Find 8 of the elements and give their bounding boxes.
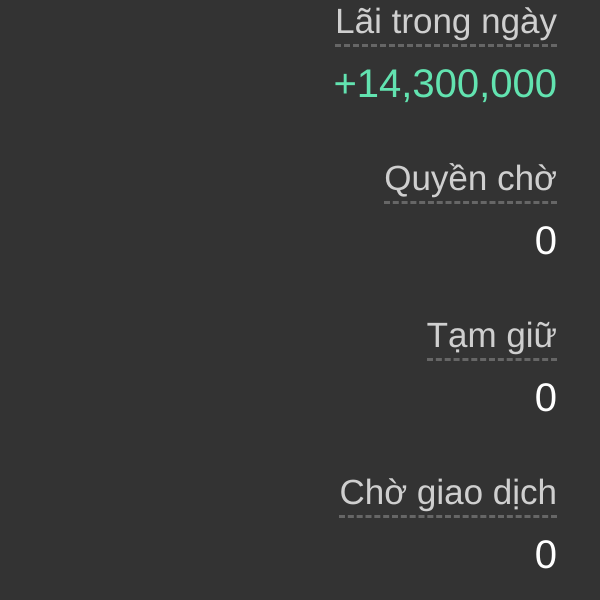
field-value: 0 xyxy=(534,532,557,578)
field-value: +14,300,000 xyxy=(333,61,557,107)
field-value: 0 xyxy=(534,375,557,421)
field-label: Quyền chờ xyxy=(384,159,557,204)
field-value: 0 xyxy=(534,218,557,264)
field-label: Lãi trong ngày xyxy=(335,2,557,47)
field-label: Tạm giữ xyxy=(426,316,557,361)
field-label: Chờ giao dịch xyxy=(339,473,557,518)
